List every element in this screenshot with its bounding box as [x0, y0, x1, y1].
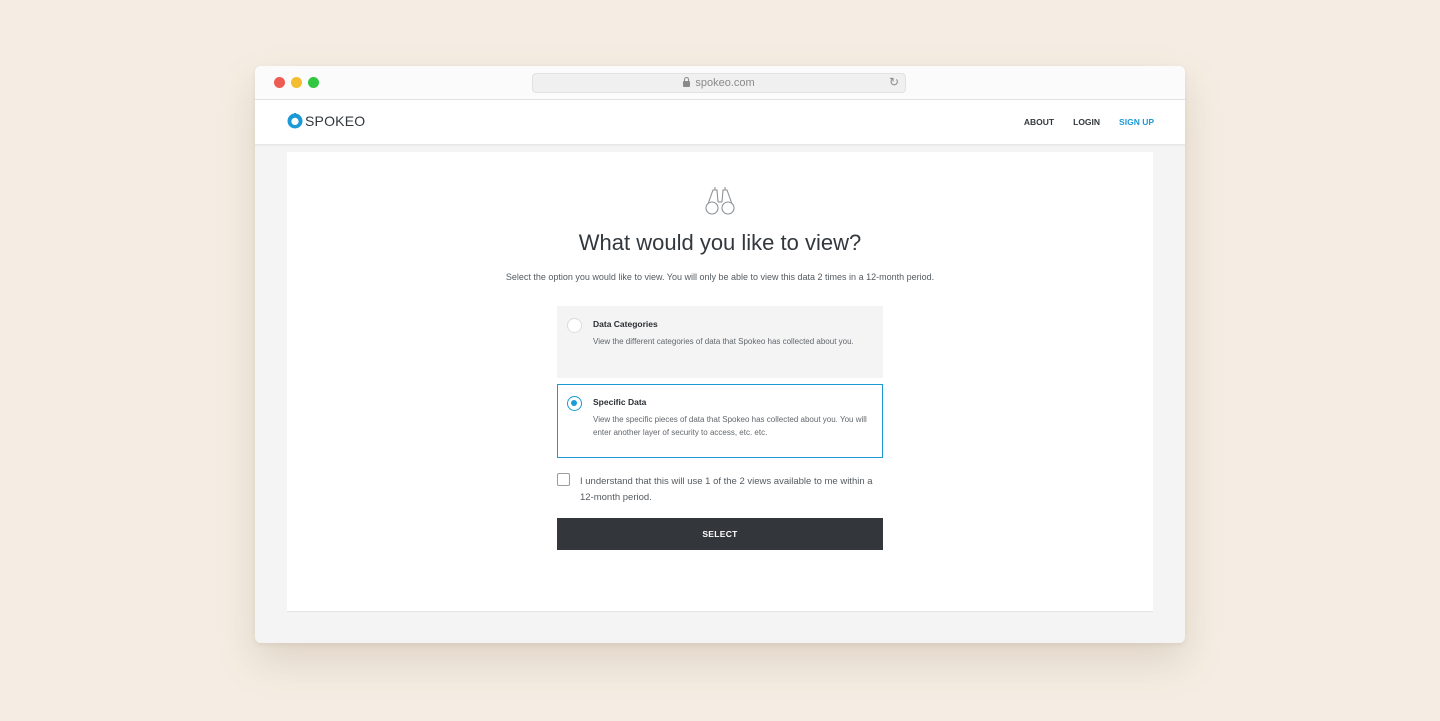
option-description: View the specific pieces of data that Sp… [593, 415, 867, 437]
spokeo-logo[interactable]: SPOKEO [287, 113, 365, 129]
page-subtitle: Select the option you would like to view… [505, 272, 935, 282]
page-title: What would you like to view? [578, 230, 862, 255]
option-data-categories[interactable]: Data Categories View the different categ… [557, 306, 883, 378]
browser-window: spokeo.com ↻ SPOKEO ABOUT LOGIN SIGN UP [255, 66, 1185, 643]
radio-data-categories[interactable] [567, 318, 582, 333]
option-specific-data[interactable]: Specific Data View the specific pieces o… [557, 384, 883, 458]
binoculars-icon [705, 187, 735, 215]
option-title: Data Categories [593, 319, 658, 329]
select-button[interactable]: SELECT [557, 518, 883, 550]
radio-specific-data[interactable] [567, 396, 582, 411]
reload-icon[interactable]: ↻ [889, 75, 899, 89]
logo-text: SPOKEO [305, 113, 366, 129]
acknowledge-label[interactable]: I understand that this will use 1 of the… [580, 474, 880, 505]
option-description: View the different categories of data th… [593, 337, 854, 346]
close-window-button[interactable] [274, 77, 285, 88]
nav-signup-link[interactable]: SIGN UP [1119, 117, 1154, 127]
minimize-window-button[interactable] [291, 77, 302, 88]
spokeo-logo-icon [287, 113, 303, 129]
top-nav: ABOUT LOGIN SIGN UP [1024, 117, 1154, 127]
browser-titlebar: spokeo.com ↻ [255, 66, 1185, 100]
maximize-window-button[interactable] [308, 77, 319, 88]
site-header: SPOKEO ABOUT LOGIN SIGN UP [255, 100, 1185, 145]
acknowledge-checkbox[interactable] [557, 473, 570, 486]
option-title: Specific Data [593, 397, 647, 407]
address-bar[interactable]: spokeo.com ↻ [532, 73, 906, 93]
lock-icon [683, 77, 691, 87]
nav-login-link[interactable]: LOGIN [1073, 117, 1100, 127]
content-card: What would you like to view? Select the … [287, 152, 1153, 612]
address-bar-url: spokeo.com [695, 77, 755, 89]
nav-about-link[interactable]: ABOUT [1024, 117, 1054, 127]
